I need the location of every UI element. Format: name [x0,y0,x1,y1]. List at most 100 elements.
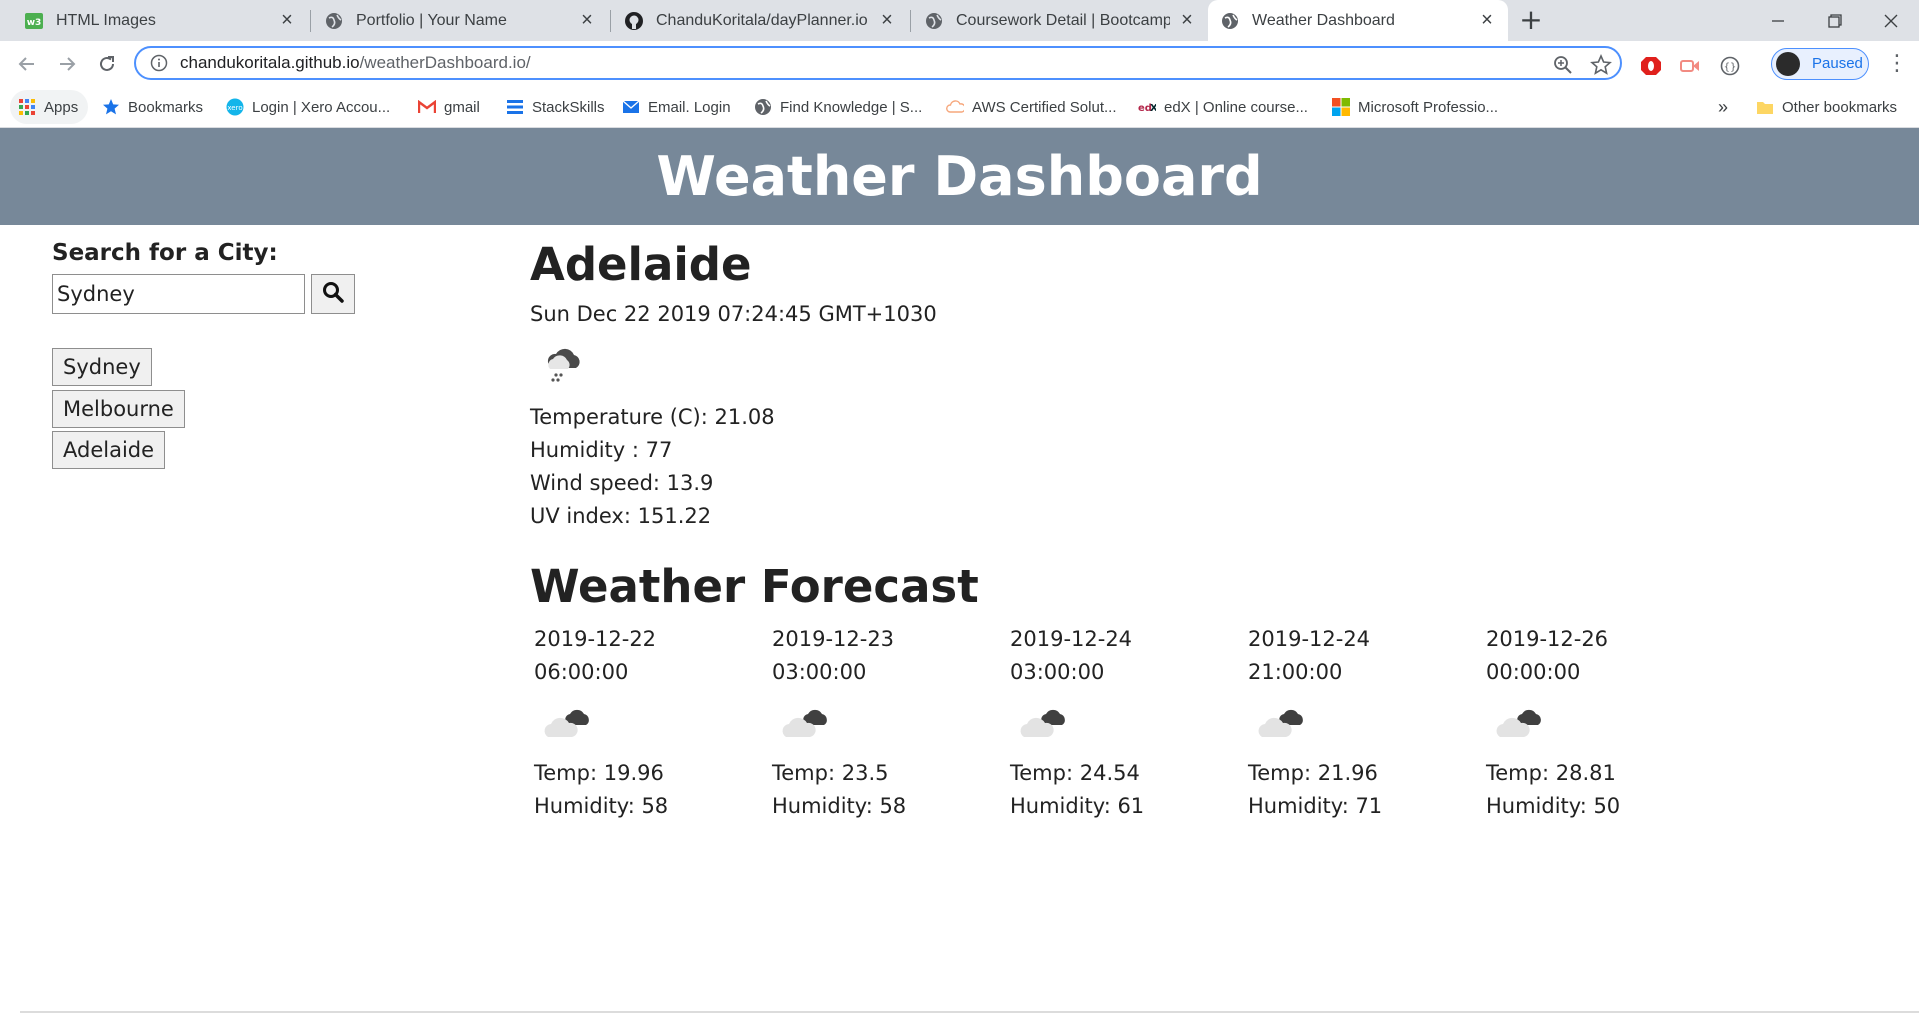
video-extension-icon[interactable] [1679,55,1701,77]
forward-button[interactable] [52,49,82,79]
url-path: /weatherDashboard.io/ [359,53,531,72]
restore-button[interactable] [1812,4,1858,34]
broken-clouds-icon [1020,709,1065,737]
forecast-humidity: Humidity: 58 [772,794,907,818]
extension-circle-icon[interactable]: {} [1719,55,1741,77]
address-bar[interactable]: chandukoritala.github.io/weatherDashboar… [134,46,1622,80]
bookmark-xero[interactable]: xero Login | Xero Accou... [226,95,390,119]
history-city-button[interactable]: Adelaide [52,431,166,469]
opera-extension-icon[interactable] [1640,55,1662,77]
tab-title: ChanduKoritala/dayPlanner.io [656,11,868,29]
forecast-time: 00:00:00 [1486,660,1581,684]
browser-menu-icon[interactable]: ⋮ [1886,53,1908,77]
bookmark-star-icon[interactable] [1590,53,1612,76]
forecast-card: 2019-12-22 06:00:00 Temp: 19.96 Humidity… [534,623,764,823]
history-city-button[interactable]: Sydney [52,348,152,386]
back-button[interactable] [12,49,42,79]
bookmarks-bar: Apps Bookmarks xero Login | Xero Accou..… [0,87,1919,128]
apps-grid-icon [18,98,36,116]
current-city-name: Adelaide [530,238,752,291]
bookmark-apps[interactable]: Apps [18,95,78,119]
tab-separator [910,10,911,32]
close-icon[interactable]: × [1478,10,1496,30]
bookmark-edx[interactable]: ed X edX | Online course... [1138,95,1308,119]
tab-portfolio[interactable]: Portfolio | Your Name × [312,0,608,41]
tab-dayplanner[interactable]: ChanduKoritala/dayPlanner.io × [612,0,908,41]
tab-separator [610,10,611,32]
bookmark-label: gmail [444,98,480,116]
page-title: Weather Dashboard [656,145,1263,208]
forecast-title: Weather Forecast [530,560,979,613]
forecast-date: 2019-12-23 [772,627,895,651]
close-icon[interactable]: × [1178,10,1196,30]
search-label: Search for a City: [52,240,278,266]
gmail-icon [418,98,436,116]
forecast-time: 21:00:00 [1248,660,1343,684]
search-button[interactable] [311,274,355,314]
forecast-humidity: Humidity: 71 [1248,794,1383,818]
current-wind-speed: Wind speed: 13.9 [530,471,714,495]
bookmark-label: Login | Xero Accou... [252,98,391,116]
bookmark-label: AWS Certified Solut... [972,98,1117,116]
more-bookmarks-button[interactable]: » [1718,95,1728,119]
current-date: Sun Dec 22 2019 07:24:45 GMT+1030 [530,302,937,326]
tab-title: Portfolio | Your Name [356,11,507,29]
reload-button[interactable] [92,49,122,79]
bookmark-label: Apps [44,98,79,116]
svg-text:X: X [1150,103,1156,114]
bookmark-microsoft[interactable]: Microsoft Professio... [1332,95,1498,119]
city-search-input[interactable] [52,274,305,314]
bookmark-email-login[interactable]: Email. Login [622,95,731,119]
avatar [1776,52,1800,76]
new-tab-button[interactable]: + [1516,6,1546,36]
info-icon[interactable] [150,54,168,72]
other-bookmarks[interactable]: Other bookmarks [1756,95,1897,119]
forecast-date: 2019-12-22 [534,627,657,651]
bookmark-stackskills[interactable]: StackSkills [506,95,605,119]
profile-button[interactable]: Paused [1771,48,1869,80]
forecast-temp: Temp: 19.96 [534,761,664,785]
close-icon[interactable]: × [278,10,296,30]
tab-weather-dashboard[interactable]: Weather Dashboard × [1208,0,1508,41]
forecast-time: 03:00:00 [1010,660,1105,684]
bookmark-label: Email. Login [648,98,731,116]
bookmark-bookmarks[interactable]: Bookmarks [102,95,203,119]
page-header: Weather Dashboard [0,128,1919,225]
globe-icon [754,98,772,116]
forecast-humidity: Humidity: 50 [1486,794,1621,818]
forecast-date: 2019-12-26 [1486,627,1609,651]
tab-html-images[interactable]: w3 HTML Images × [12,0,308,41]
zoom-icon[interactable] [1552,54,1574,76]
bookmark-aws[interactable]: AWS Certified Solut... [946,95,1117,119]
svg-text:w3: w3 [27,18,42,28]
more-bookmarks-label: » [1718,96,1729,117]
history-city-button[interactable]: Melbourne [52,390,185,428]
bookmark-label: StackSkills [532,98,605,116]
broken-clouds-icon [1496,709,1541,737]
window-close-button[interactable] [1868,4,1914,34]
globe-icon [324,11,344,31]
bookmark-label: Other bookmarks [1782,98,1898,116]
tab-title: HTML Images [56,11,156,29]
current-temperature: Temperature (C): 21.08 [530,405,775,429]
broken-clouds-icon [782,709,827,737]
forecast-temp: Temp: 21.96 [1248,761,1378,785]
bookmark-find-knowledge[interactable]: Find Knowledge | S... [754,95,922,119]
tab-coursework[interactable]: Coursework Detail | Bootcamp Sp × [912,0,1208,41]
forecast-temp: Temp: 28.81 [1486,761,1616,785]
url-host: chandukoritala.github.io [180,53,360,72]
svg-text:xero: xero [227,104,242,112]
star-icon [102,98,120,116]
w3schools-icon: w3 [24,11,44,31]
close-icon[interactable]: × [578,10,596,30]
xero-icon: xero [226,98,244,116]
forecast-time: 03:00:00 [772,660,867,684]
bookmark-gmail[interactable]: gmail [418,95,480,119]
close-icon[interactable]: × [878,10,896,30]
stackskills-icon [506,98,524,116]
forecast-date: 2019-12-24 [1010,627,1133,651]
forecast-card: 2019-12-24 21:00:00 Temp: 21.96 Humidity… [1248,623,1478,823]
url-text[interactable]: chandukoritala.github.io/weatherDashboar… [180,53,531,73]
minimize-button[interactable] [1755,4,1801,34]
tab-title: Weather Dashboard [1252,11,1395,29]
